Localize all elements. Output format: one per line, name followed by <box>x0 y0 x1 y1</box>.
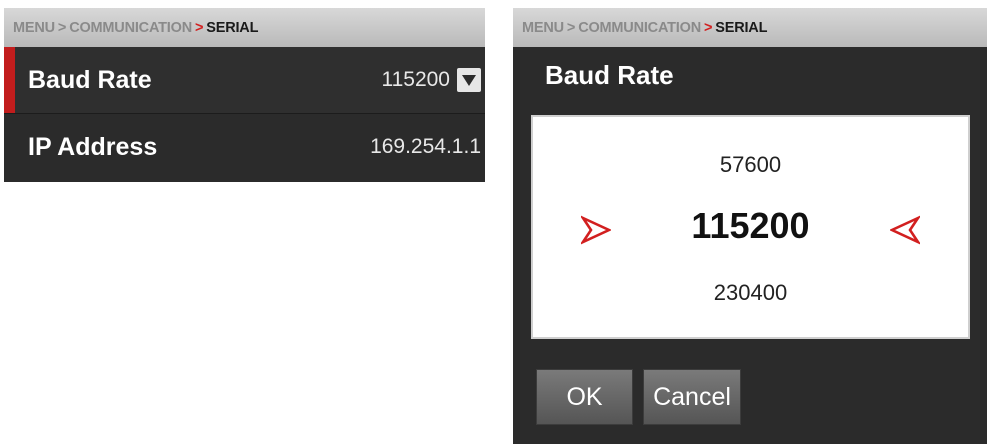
baud-rate-row[interactable]: Baud Rate 115200 <box>4 47 485 114</box>
baud-rate-value: 115200 <box>381 68 450 91</box>
baud-rate-dialog-panel: MENU > COMMUNICATION > SERIAL Baud Rate … <box>513 8 987 444</box>
breadcrumb-communication[interactable]: COMMUNICATION <box>69 20 192 36</box>
picker-option-next[interactable]: 230400 <box>533 280 968 306</box>
dropdown-arrow-icon[interactable] <box>457 68 481 92</box>
breadcrumb-menu[interactable]: MENU <box>522 20 564 36</box>
picker-option-previous[interactable]: 57600 <box>533 152 968 178</box>
breadcrumb-communication[interactable]: COMMUNICATION <box>578 20 701 36</box>
breadcrumb: MENU > COMMUNICATION > SERIAL <box>513 8 987 47</box>
breadcrumb-current: SERIAL <box>715 19 768 36</box>
breadcrumb-menu[interactable]: MENU <box>13 20 55 36</box>
breadcrumb-current: SERIAL <box>206 19 259 36</box>
baud-rate-label: Baud Rate <box>28 65 152 94</box>
breadcrumb-separator-active: > <box>194 19 204 36</box>
baud-rate-value-group: 115200 <box>381 68 481 92</box>
ip-address-value: 169.254.1.1 <box>370 135 481 158</box>
arrow-left-icon <box>888 214 922 246</box>
ok-button[interactable]: OK <box>536 369 633 425</box>
breadcrumb-separator: > <box>566 19 576 36</box>
arrow-right-icon <box>579 214 613 246</box>
cancel-button[interactable]: Cancel <box>643 369 741 425</box>
ip-address-row[interactable]: IP Address 169.254.1.1 <box>4 114 485 180</box>
serial-menu-panel: MENU > COMMUNICATION > SERIAL Baud Rate … <box>4 8 485 182</box>
breadcrumb: MENU > COMMUNICATION > SERIAL <box>4 8 485 47</box>
breadcrumb-separator-active: > <box>703 19 713 36</box>
baud-rate-picker[interactable]: 57600 115200 230400 <box>531 115 970 339</box>
selection-accent-bar <box>4 47 15 113</box>
ip-address-label: IP Address <box>28 132 158 161</box>
breadcrumb-separator: > <box>57 19 67 36</box>
dialog-title: Baud Rate <box>545 60 674 90</box>
